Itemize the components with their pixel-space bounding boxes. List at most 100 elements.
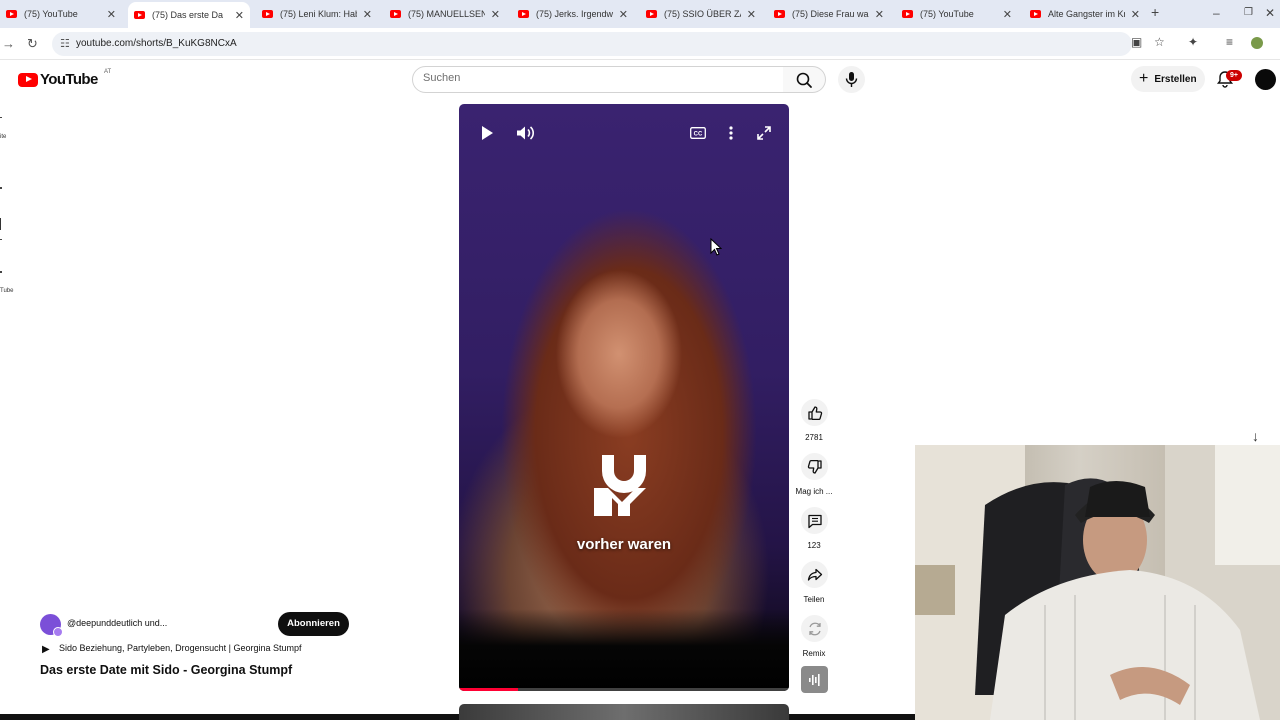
url-text: youtube.com/shorts/B_KuKG8NCxA [76, 38, 237, 49]
browser-tab[interactable]: (75) Jerks. Irgendwie ✕ [512, 3, 634, 25]
browser-tab[interactable]: (75) SSIO ÜBER ZART ✕ [640, 3, 762, 25]
next-short-arrow-icon[interactable]: ↓ [1252, 428, 1259, 444]
address-bar[interactable]: ☷ youtube.com/shorts/B_KuKG8NCxA [52, 32, 1132, 56]
close-tab-icon[interactable]: ✕ [491, 8, 500, 21]
reload-icon[interactable]: ↻ [27, 36, 38, 52]
install-app-icon[interactable]: ▣ [1131, 35, 1142, 49]
like-count: 2781 [805, 433, 823, 442]
play-button[interactable] [474, 122, 500, 144]
video-progress-bar[interactable] [459, 688, 789, 691]
voice-search-button[interactable] [838, 66, 865, 93]
youtube-favicon-icon [518, 10, 529, 18]
close-tab-icon[interactable]: ✕ [619, 8, 628, 21]
remix-button[interactable] [801, 615, 828, 642]
guide-fragment-label[interactable]: Tube [0, 288, 13, 294]
browser-tab-title: (75) Leni Klum: Habe [280, 9, 357, 19]
thumbs-up-icon [807, 405, 822, 420]
next-short-preview[interactable] [459, 704, 789, 720]
more-options-button[interactable] [718, 122, 744, 144]
taskbar-edge [789, 714, 915, 720]
fullscreen-button[interactable] [751, 122, 777, 144]
site-info-icon[interactable]: ☷ [60, 37, 70, 50]
bookmark-star-icon[interactable]: ☆ [1154, 35, 1165, 49]
guide-fragment[interactable] [0, 239, 2, 240]
webcam-scene [915, 445, 1280, 720]
collab-avatar [53, 627, 63, 637]
share-button[interactable] [801, 561, 828, 588]
browser-tab[interactable]: (75) Das erste Da ✕ [128, 2, 250, 28]
closed-captions-icon: CC [690, 127, 706, 139]
close-tab-icon[interactable]: ✕ [363, 8, 372, 21]
close-tab-icon[interactable]: ✕ [107, 8, 116, 21]
forward-icon[interactable]: → [2, 36, 15, 51]
more-vert-icon [729, 126, 733, 140]
close-window-icon[interactable]: ✕ [1265, 6, 1275, 20]
sound-wave-icon [808, 673, 820, 686]
channel-avatar[interactable] [40, 614, 63, 637]
browser-tab-title: (75) Jerks. Irgendwie [536, 9, 613, 19]
browser-tab-title: Alte Gangster im Kna [1048, 9, 1125, 19]
webcam-overlay [915, 445, 1280, 720]
video-progress-fill [459, 688, 519, 691]
search-button[interactable] [783, 66, 826, 93]
related-video-play-icon: ▶ [42, 644, 50, 655]
restore-icon[interactable]: ❐ [1244, 7, 1253, 18]
original-sound-button[interactable] [801, 666, 828, 693]
browser-tab[interactable]: (75) YouTube ✕ [0, 3, 122, 25]
browser-tab-title: (75) MANUELLSEN & [408, 9, 485, 19]
create-button[interactable]: + Erstellen [1131, 66, 1205, 92]
related-video-link[interactable]: Sido Beziehung, Partyleben, Drogensucht … [59, 643, 301, 653]
thumbs-down-icon [807, 459, 822, 474]
shorts-video-player[interactable]: CC vorher waren [459, 104, 789, 691]
country-code: AT [104, 69, 112, 75]
guide-fragment-label[interactable]: ite [0, 134, 6, 140]
share-label: Teilen [803, 595, 825, 604]
browser-tab[interactable]: (75) YouTube ✕ [896, 3, 1018, 25]
dislike-button[interactable] [801, 453, 828, 480]
browser-toolbar: → ↻ ☷ youtube.com/shorts/B_KuKG8NCxA [0, 28, 1280, 60]
notification-count-badge: 9+ [1226, 70, 1242, 81]
extensions-icon[interactable]: ✦ [1188, 35, 1198, 49]
comment-count: 123 [807, 541, 821, 550]
youtube-favicon-icon [1030, 10, 1041, 18]
microphone-icon [845, 72, 858, 87]
search-input[interactable] [423, 72, 763, 84]
close-tab-icon[interactable]: ✕ [875, 8, 884, 21]
video-caption-text: vorher waren [576, 536, 672, 553]
guide-fragment[interactable] [0, 187, 2, 189]
create-label: Erstellen [1154, 73, 1197, 85]
reading-list-icon[interactable]: ≡ [1226, 35, 1233, 49]
browser-tab[interactable]: Alte Gangster im Kna ✕ [1024, 3, 1146, 25]
subscribe-button[interactable]: Abonnieren [278, 612, 349, 636]
dislike-label: Mag ich ... [795, 487, 833, 496]
guide-fragment[interactable] [0, 271, 2, 273]
browser-tab[interactable]: (75) MANUELLSEN & ✕ [384, 3, 506, 25]
browser-tab-title: (75) YouTube [24, 9, 78, 19]
channel-name[interactable]: @deepunddeutlich und... [67, 618, 167, 628]
video-bottom-shade [459, 609, 789, 691]
captions-button[interactable]: CC [685, 122, 711, 144]
comments-button[interactable] [801, 507, 828, 534]
fullscreen-icon [757, 126, 771, 140]
video-title: Das erste Date mit Sido - Georgina Stump… [40, 663, 293, 677]
new-tab-button[interactable]: + [1151, 4, 1159, 20]
youtube-logo-text: YouTube [40, 71, 98, 88]
profile-avatar[interactable] [1251, 37, 1263, 49]
youtube-logo[interactable]: YouTube AT [18, 69, 111, 88]
guide-fragment[interactable] [0, 117, 2, 118]
close-tab-icon[interactable]: ✕ [1003, 8, 1012, 21]
account-avatar[interactable] [1255, 69, 1276, 90]
browser-tab[interactable]: (75) Diese Frau war s ✕ [768, 3, 890, 25]
taskbar-edge [0, 714, 459, 720]
browser-tab-title: (75) Diese Frau war s [792, 9, 869, 19]
mouse-cursor-icon [710, 238, 722, 256]
search-box [412, 66, 784, 93]
like-button[interactable] [801, 399, 828, 426]
close-tab-icon[interactable]: ✕ [1131, 8, 1140, 21]
volume-button[interactable] [512, 122, 538, 144]
minimize-icon[interactable]: – [1213, 6, 1220, 20]
close-tab-icon[interactable]: ✕ [235, 9, 244, 22]
close-tab-icon[interactable]: ✕ [747, 8, 756, 21]
browser-tab[interactable]: (75) Leni Klum: Habe ✕ [256, 3, 378, 25]
guide-fragment[interactable] [0, 218, 1, 230]
